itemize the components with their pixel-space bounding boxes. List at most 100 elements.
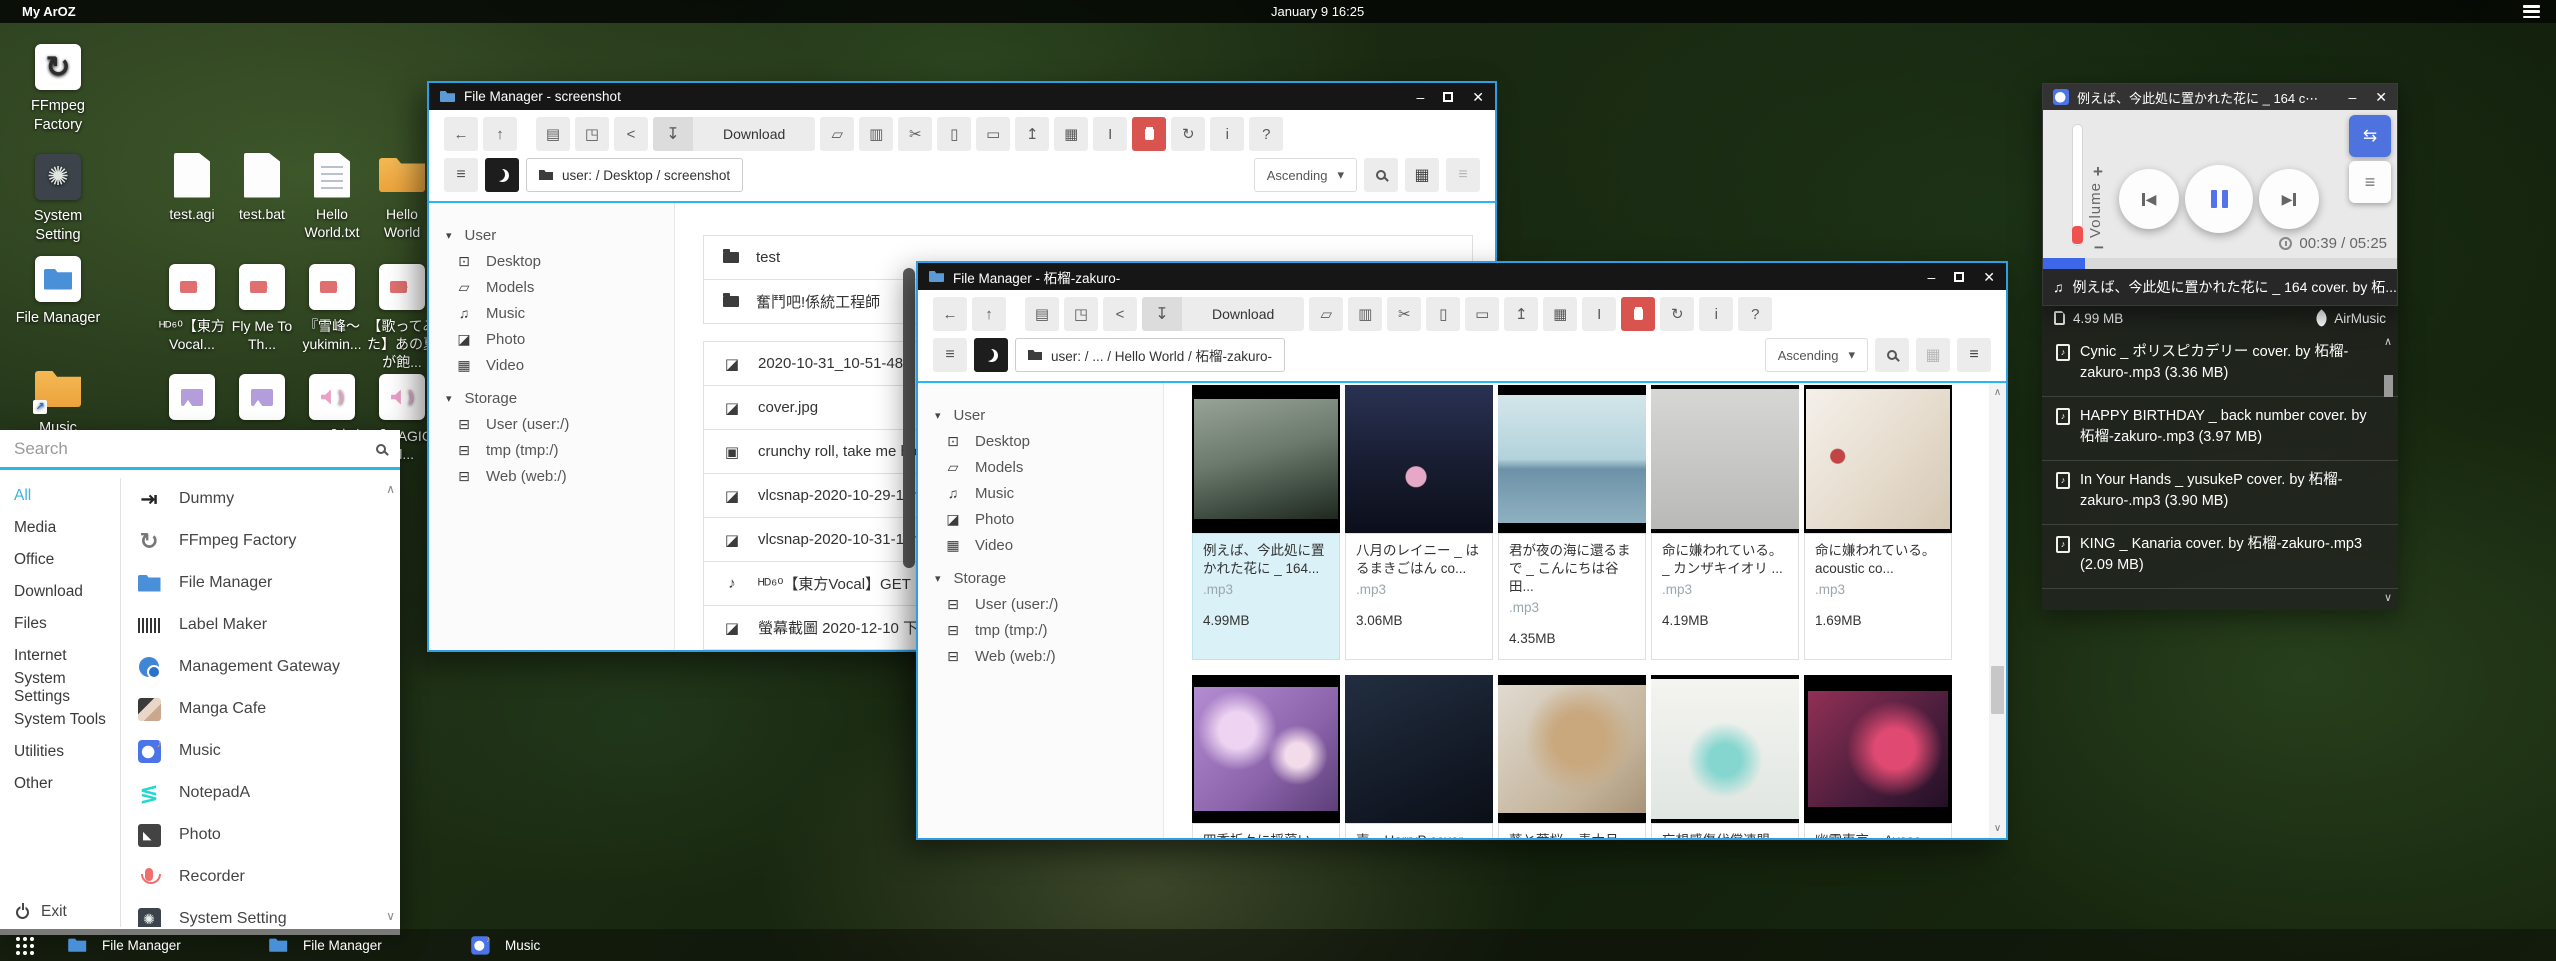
desktop-icon[interactable]: Fly Me To Th... [226,264,298,353]
new-file-button[interactable]: ▯ [937,117,971,151]
scrollbar-thumb[interactable] [1991,666,2004,714]
maximize-button[interactable] [1954,272,1964,282]
sidebar-item-models[interactable]: ▱ Models [429,274,674,300]
desktop-icon[interactable]: File Manager [10,256,106,328]
start-menu-app[interactable]: NotepadA [121,772,384,814]
start-menu-app[interactable]: Music [121,730,384,772]
start-menu-category[interactable]: All [0,480,120,512]
scrollbar[interactable]: ∧ ∨ [2381,333,2395,604]
start-menu-app[interactable]: File Manager [121,562,384,604]
sidebar-item-tmp-drive[interactable]: ⊟ tmp (tmp:/) [429,437,674,463]
sidebar-item-web-drive[interactable]: ⊟ Web (web:/) [429,463,674,489]
copy-button[interactable]: ▱ [1309,297,1343,331]
sidebar-item-web-drive[interactable]: ⊟ Web (web:/) [918,643,1163,669]
previous-track-button[interactable]: ◀ [2119,169,2179,229]
search-input[interactable] [14,439,376,459]
titlebar[interactable]: File Manager - screenshot – ✕ [429,83,1495,110]
archive-button[interactable]: ▦ [1054,117,1088,151]
sidebar-item-photo[interactable]: ◪ Photo [429,326,674,352]
start-menu-app[interactable]: FFmpeg Factory [121,520,384,562]
open-in-new-button[interactable]: ◳ [1064,297,1098,331]
share-button[interactable]: < [614,117,648,151]
start-menu-category[interactable]: Media [0,512,120,544]
system-brand[interactable]: My ArOZ [22,4,76,19]
list-view-button[interactable]: ≡ [1446,158,1480,192]
exit-button[interactable]: Exit [16,903,67,921]
start-menu-app[interactable]: Management Gateway [121,646,384,688]
cut-button[interactable]: ✂ [1387,297,1421,331]
minimize-button[interactable]: – [1927,270,1935,284]
sidebar-item-desktop[interactable]: ⊡ Desktop [918,428,1163,454]
playlist-item[interactable]: HAPPY BIRTHDAY _ back number cover. by柘榴… [2042,397,2398,461]
start-menu-app[interactable]: Manga Cafe [121,688,384,730]
new-folder-button[interactable]: ▭ [1465,297,1499,331]
scrollbar-thumb[interactable] [903,268,915,568]
open-button[interactable]: ▤ [536,117,570,151]
menu-button[interactable]: ≡ [444,158,478,192]
progress-bar[interactable] [2043,258,2397,269]
start-menu-app[interactable]: Photo [121,814,384,856]
titlebar[interactable]: 例えば、今此処に置かれた花に _ 164 c⋯ – ✕ [2043,84,2397,110]
minimize-button[interactable]: – [2348,90,2356,104]
grid-file-card[interactable]: 幽霊東京 _ Ayase... .mp3 [1804,675,1952,838]
desktop-icon[interactable]: 『雪峰～yukimin... [296,264,368,353]
sidebar-item-tmp-drive[interactable]: ⊟ tmp (tmp:/) [918,617,1163,643]
help-button[interactable]: ? [1249,117,1283,151]
sidebar-item-video[interactable]: ▦ Video [429,352,674,378]
sidebar-item-models[interactable]: ▱ Models [918,454,1163,480]
grid-file-card[interactable]: 命に嫌われている。 _ カンザキイオリ ... .mp3 4.19MB [1651,385,1799,660]
playlist-item[interactable]: In Your Hands _ yusukeP cover. by 柘榴-zak… [2042,461,2398,525]
desktop-icon[interactable]: test.bat [226,152,298,223]
close-button[interactable]: ✕ [2375,90,2387,104]
upload-button[interactable]: ↥ [1504,297,1538,331]
taskbar-item[interactable]: File Manager [255,929,392,961]
start-menu-category[interactable]: Office [0,544,120,576]
delete-button[interactable] [1621,297,1655,331]
playlist-toggle-button[interactable]: ≡ [2349,161,2391,203]
desktop-icon[interactable]: Music [10,366,106,438]
scroll-up-icon[interactable]: ∧ [1989,387,2006,398]
new-folder-button[interactable]: ▭ [976,117,1010,151]
search-button[interactable] [1875,338,1909,372]
taskbar-item[interactable]: Music [457,929,550,961]
paste-button[interactable]: ▥ [859,117,893,151]
titlebar[interactable]: File Manager - 柘榴-zakuro- – ✕ [918,263,2006,290]
share-button[interactable]: < [1103,297,1137,331]
start-menu-category[interactable]: Other [0,768,120,800]
help-button[interactable]: ? [1738,297,1772,331]
volume-slider-thumb[interactable] [2072,226,2083,244]
sidebar-item-video[interactable]: ▦ Video [918,532,1163,558]
copy-button[interactable]: ▱ [820,117,854,151]
grid-view-button[interactable]: ▦ [1405,158,1439,192]
desktop-icon[interactable]: System Setting [10,154,106,245]
sort-dropdown[interactable]: Ascending ▾ [1765,338,1868,372]
playlist-item[interactable]: KING _ Kanaria cover. by 柘榴-zakuro-.mp3 … [2042,525,2398,589]
grid-file-card[interactable]: 妄想感傷代償連盟... .mp3 [1651,675,1799,838]
maximize-button[interactable] [1443,92,1453,102]
grid-file-card[interactable]: 命に嫌われている。acoustic co... .mp3 1.69MB [1804,385,1952,660]
desktop-icon[interactable]: test.agi [156,152,228,223]
sidebar-item-user-drive[interactable]: ⊟ User (user:/) [918,591,1163,617]
sidebar-section-user[interactable]: ▾ User [429,222,674,248]
back-button[interactable]: ← [444,117,478,151]
dark-mode-toggle[interactable] [485,158,519,192]
sidebar-item-photo[interactable]: ◪ Photo [918,506,1163,532]
download-button[interactable]: ↧ Download [653,117,815,151]
start-menu-category[interactable]: Utilities [0,736,120,768]
scroll-up-icon[interactable]: ∧ [386,482,395,496]
new-file-button[interactable]: ▯ [1426,297,1460,331]
sidebar-item-music[interactable]: ♫ Music [918,480,1163,506]
breadcrumb[interactable]: user: / ... / Hello World / 柘榴-zakuro- [1015,338,1285,372]
info-button[interactable]: i [1699,297,1733,331]
start-menu-category[interactable]: System Settings [0,672,120,704]
dark-mode-toggle[interactable] [974,338,1008,372]
taskbar-item[interactable]: File Manager [54,929,191,961]
start-menu-app[interactable]: Label Maker [121,604,384,646]
playlist-item[interactable]: Cynic _ ポリスピカデリー cover. by 柘榴-zakuro-.mp… [2042,333,2398,397]
sort-dropdown[interactable]: Ascending ▾ [1254,158,1357,192]
start-menu-category[interactable]: Files [0,608,120,640]
scroll-up-icon[interactable]: ∧ [2381,335,2395,348]
open-button[interactable]: ▤ [1025,297,1059,331]
back-button[interactable]: ← [933,297,967,331]
breadcrumb[interactable]: user: / Desktop / screenshot [526,158,743,192]
